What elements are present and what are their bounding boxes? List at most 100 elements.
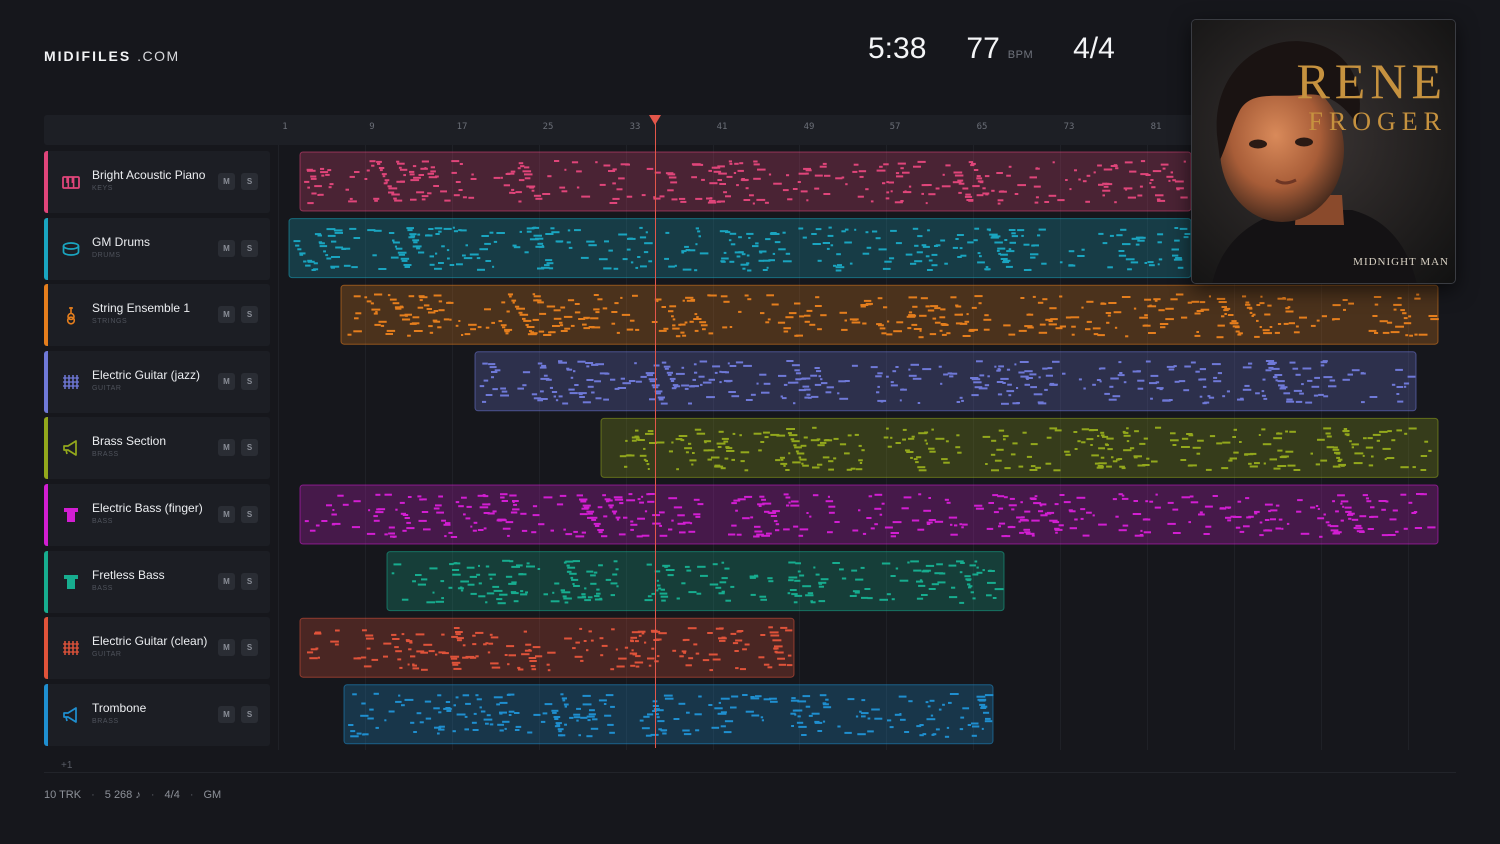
note-mark xyxy=(785,629,793,632)
note-mark xyxy=(479,385,485,388)
note-mark xyxy=(377,162,381,165)
solo-button[interactable]: S xyxy=(241,505,258,523)
note-mark xyxy=(907,327,912,330)
note-mark xyxy=(997,368,1001,371)
clip-region[interactable] xyxy=(299,484,1439,545)
mute-button[interactable]: M xyxy=(218,306,235,324)
track-header[interactable]: Trombone BRASS M S xyxy=(44,683,270,746)
track-header[interactable]: Brass Section BRASS M S xyxy=(44,417,270,480)
mute-button[interactable]: M xyxy=(218,239,235,257)
mute-button[interactable]: M xyxy=(218,439,235,457)
clip-region[interactable] xyxy=(299,151,1192,212)
solo-button[interactable]: S xyxy=(241,439,258,457)
track-header[interactable]: Fretless Bass BASS M S xyxy=(44,550,270,613)
note-mark xyxy=(511,188,515,191)
solo-button[interactable]: S xyxy=(241,572,258,590)
midi-clip[interactable] xyxy=(299,151,1192,212)
mute-button[interactable]: M xyxy=(218,173,235,190)
note-mark xyxy=(1332,448,1340,451)
brand-logo[interactable]: MIDIFILES .COM xyxy=(44,48,180,64)
solo-button[interactable]: S xyxy=(241,173,258,190)
note-mark xyxy=(449,264,455,266)
mute-button[interactable]: M xyxy=(218,705,235,723)
note-mark xyxy=(409,170,415,173)
clip-region[interactable] xyxy=(474,351,1417,412)
mute-button[interactable]: M xyxy=(218,639,235,657)
note-mark xyxy=(852,529,859,532)
note-mark xyxy=(823,706,832,709)
mute-button[interactable]: M xyxy=(218,372,235,390)
note-mark xyxy=(1430,318,1439,321)
track-header[interactable]: GM Drums DRUMS M S xyxy=(44,217,270,280)
track-header[interactable]: Electric Guitar (jazz) GUITAR M S xyxy=(44,350,270,413)
note-mark xyxy=(868,495,873,498)
more-tracks-indicator[interactable]: +1 xyxy=(61,760,72,771)
note-mark xyxy=(1321,315,1327,318)
track-header[interactable]: String Ensemble 1 STRINGS M S xyxy=(44,284,270,347)
note-mark xyxy=(453,230,458,233)
midi-clip[interactable] xyxy=(386,551,1005,612)
mute-button[interactable]: M xyxy=(218,505,235,523)
note-mark xyxy=(645,432,654,435)
note-mark xyxy=(612,182,616,185)
note-mark xyxy=(553,309,561,312)
note-mark xyxy=(747,269,752,272)
midi-clip[interactable] xyxy=(474,351,1417,412)
track-header[interactable]: Electric Guitar (clean) GUITAR M S xyxy=(44,617,270,680)
note-mark xyxy=(476,257,481,260)
note-mark xyxy=(1070,316,1080,319)
note-mark xyxy=(1369,396,1378,398)
note-mark xyxy=(769,697,777,700)
note-mark xyxy=(583,640,587,642)
note-mark xyxy=(623,516,628,519)
playhead-marker[interactable] xyxy=(649,115,661,125)
playhead-line[interactable] xyxy=(654,118,656,748)
note-mark xyxy=(599,597,603,600)
clip-region[interactable] xyxy=(299,617,795,678)
solo-button[interactable]: S xyxy=(241,372,258,390)
solo-button[interactable]: S xyxy=(241,239,258,257)
solo-button[interactable]: S xyxy=(241,306,258,324)
note-mark xyxy=(564,601,569,604)
midi-clip[interactable] xyxy=(600,417,1439,478)
midi-clip[interactable] xyxy=(299,617,795,678)
note-mark xyxy=(1393,308,1397,311)
note-mark xyxy=(823,439,833,442)
note-mark xyxy=(1196,310,1204,312)
note-mark xyxy=(412,664,417,667)
note-mark xyxy=(798,172,807,175)
note-mark xyxy=(1069,510,1076,513)
note-mark xyxy=(931,733,935,736)
note-mark xyxy=(367,717,374,720)
track-header[interactable]: Bright Acoustic Piano KEYS M S xyxy=(44,151,270,213)
note-mark xyxy=(616,188,623,191)
note-mark xyxy=(1098,183,1104,186)
note-mark xyxy=(1245,303,1251,306)
solo-button[interactable]: S xyxy=(241,705,258,723)
note-mark xyxy=(900,167,904,170)
note-mark xyxy=(983,318,992,321)
solo-button[interactable]: S xyxy=(241,639,258,657)
midi-clip[interactable] xyxy=(288,218,1192,279)
midi-clip[interactable] xyxy=(343,684,994,745)
note-mark xyxy=(827,531,833,534)
note-mark xyxy=(309,529,316,532)
track-header[interactable]: Electric Bass (finger) BASS M S xyxy=(44,483,270,546)
note-mark xyxy=(535,655,543,658)
note-mark xyxy=(668,265,676,268)
midi-clip[interactable] xyxy=(340,284,1439,345)
note-mark xyxy=(788,501,791,504)
note-mark xyxy=(951,586,956,589)
midi-clip[interactable] xyxy=(299,484,1439,545)
note-mark xyxy=(601,535,608,538)
note-mark xyxy=(1165,318,1174,321)
clip-region[interactable] xyxy=(288,218,1192,279)
note-mark xyxy=(334,231,343,234)
note-mark xyxy=(451,171,457,174)
note-mark xyxy=(526,326,535,328)
note-mark xyxy=(1044,201,1050,203)
note-mark xyxy=(735,639,743,642)
note-mark xyxy=(675,372,685,375)
note-mark xyxy=(1404,432,1408,435)
mute-button[interactable]: M xyxy=(218,572,235,590)
